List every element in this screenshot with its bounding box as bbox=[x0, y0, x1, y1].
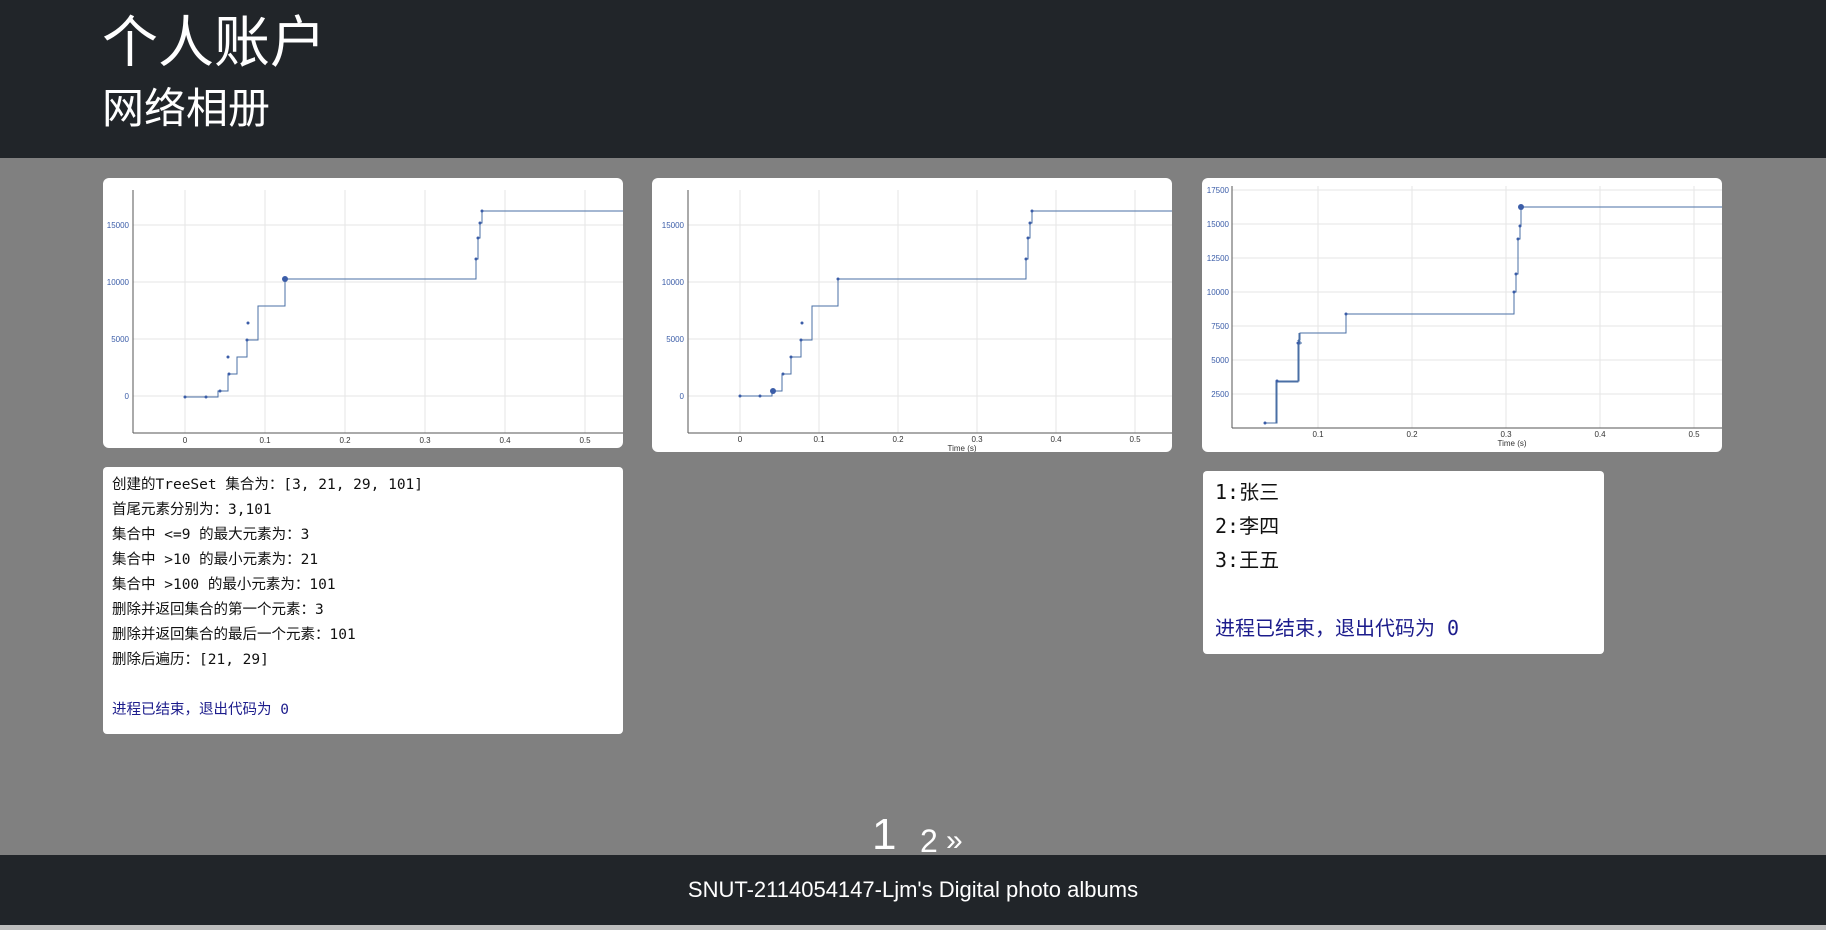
x-tick: 0.5 bbox=[1688, 430, 1700, 439]
step-plot-image-2: 15000 10000 5000 0 0 0.1 0.2 0.3 0.4 0.5… bbox=[662, 190, 1172, 452]
y-tick: 0 bbox=[125, 392, 130, 401]
console-line: 删除后遍历：[21, 29] bbox=[112, 652, 269, 668]
y-tick: 10000 bbox=[662, 278, 685, 287]
footer-text: SNUT-2114054147-Ljm's Digital photo albu… bbox=[687, 877, 1139, 902]
x-tick: 0.4 bbox=[499, 436, 511, 445]
console-output-1: 创建的TreeSet 集合为：[3, 21, 29, 101] 首尾元素分别为：… bbox=[103, 467, 623, 734]
console-line: 集合中 <=9 的最大元素为：3 bbox=[112, 527, 310, 543]
console-line: 1:张三 bbox=[1215, 480, 1280, 504]
x-tick: 0.5 bbox=[579, 436, 591, 445]
x-tick: 0.3 bbox=[419, 436, 431, 445]
x-tick: 0.2 bbox=[1406, 430, 1418, 439]
x-tick: 0 bbox=[183, 436, 188, 445]
x-tick: 0.1 bbox=[259, 436, 271, 445]
console-line: 创建的TreeSet 集合为：[3, 21, 29, 101] bbox=[112, 477, 424, 493]
y-tick: 15000 bbox=[1207, 220, 1230, 229]
y-tick: 2500 bbox=[1211, 390, 1229, 399]
x-tick: 0.4 bbox=[1594, 430, 1606, 439]
console-output-2: 1:张三 2:李四 3:王五 进程已结束，退出代码为 0 bbox=[1203, 471, 1604, 654]
console-line: 2:李四 bbox=[1215, 514, 1280, 538]
x-axis-label: Time (s) bbox=[1497, 439, 1526, 448]
y-tick: 15000 bbox=[662, 221, 685, 230]
y-tick: 0 bbox=[680, 392, 685, 401]
y-tick: 10000 bbox=[1207, 288, 1230, 297]
page-header: 个人账户 网络相册 bbox=[0, 0, 1826, 158]
console-line: 删除并返回集合的最后一个元素：101 bbox=[112, 627, 356, 643]
y-tick: 12500 bbox=[1207, 254, 1230, 263]
photo-card-3[interactable]: 17500 15000 12500 10000 7500 5000 2500 0… bbox=[1202, 178, 1722, 452]
y-tick: 5000 bbox=[1211, 356, 1229, 365]
x-tick: 0.5 bbox=[1129, 435, 1141, 444]
page-footer: SNUT-2114054147-Ljm's Digital photo albu… bbox=[0, 855, 1826, 925]
console-line: 集合中 >10 的最小元素为：21 bbox=[112, 552, 319, 568]
x-tick: 0.2 bbox=[339, 436, 351, 445]
y-tick: 5000 bbox=[111, 335, 129, 344]
step-plot-image-3: 17500 15000 12500 10000 7500 5000 2500 0… bbox=[1207, 186, 1722, 448]
next-page-link[interactable]: » bbox=[946, 824, 963, 858]
page-1-link[interactable]: 1 bbox=[872, 812, 896, 858]
console-line: 删除并返回集合的第一个元素：3 bbox=[112, 602, 324, 618]
y-tick: 5000 bbox=[666, 335, 684, 344]
x-axis-label: Time (s) bbox=[947, 444, 976, 452]
x-tick: 0.1 bbox=[1312, 430, 1324, 439]
console-exit-message: 进程已结束，退出代码为 0 bbox=[1215, 616, 1460, 640]
step-plot-image-1: 15000 10000 5000 0 0 0.1 0.2 0.3 0.4 0.5 bbox=[107, 190, 623, 445]
bottom-divider bbox=[0, 925, 1826, 930]
x-tick: 0.3 bbox=[1500, 430, 1512, 439]
page-title: 个人账户 bbox=[102, 11, 326, 76]
page-2-link[interactable]: 2 bbox=[920, 824, 938, 858]
x-tick: 0.4 bbox=[1050, 435, 1062, 444]
y-tick: 15000 bbox=[107, 221, 130, 230]
page-subtitle: 网络相册 bbox=[102, 84, 271, 133]
x-tick: 0.2 bbox=[892, 435, 904, 444]
x-tick: 0.1 bbox=[813, 435, 825, 444]
console-exit-message: 进程已结束，退出代码为 0 bbox=[112, 702, 289, 718]
y-tick: 7500 bbox=[1211, 322, 1229, 331]
console-line: 集合中 >100 的最小元素为：101 bbox=[112, 577, 336, 593]
photo-card-2[interactable]: 15000 10000 5000 0 0 0.1 0.2 0.3 0.4 0.5… bbox=[652, 178, 1172, 452]
y-tick: 17500 bbox=[1207, 186, 1230, 195]
photo-card-1[interactable]: 15000 10000 5000 0 0 0.1 0.2 0.3 0.4 0.5 bbox=[103, 178, 623, 448]
console-line: 首尾元素分别为：3,101 bbox=[112, 502, 272, 518]
y-tick: 10000 bbox=[107, 278, 130, 287]
x-tick: 0 bbox=[738, 435, 743, 444]
pagination: 1 2 » bbox=[0, 808, 1826, 859]
console-line: 3:王五 bbox=[1215, 548, 1280, 572]
x-tick: 0.3 bbox=[971, 435, 983, 444]
